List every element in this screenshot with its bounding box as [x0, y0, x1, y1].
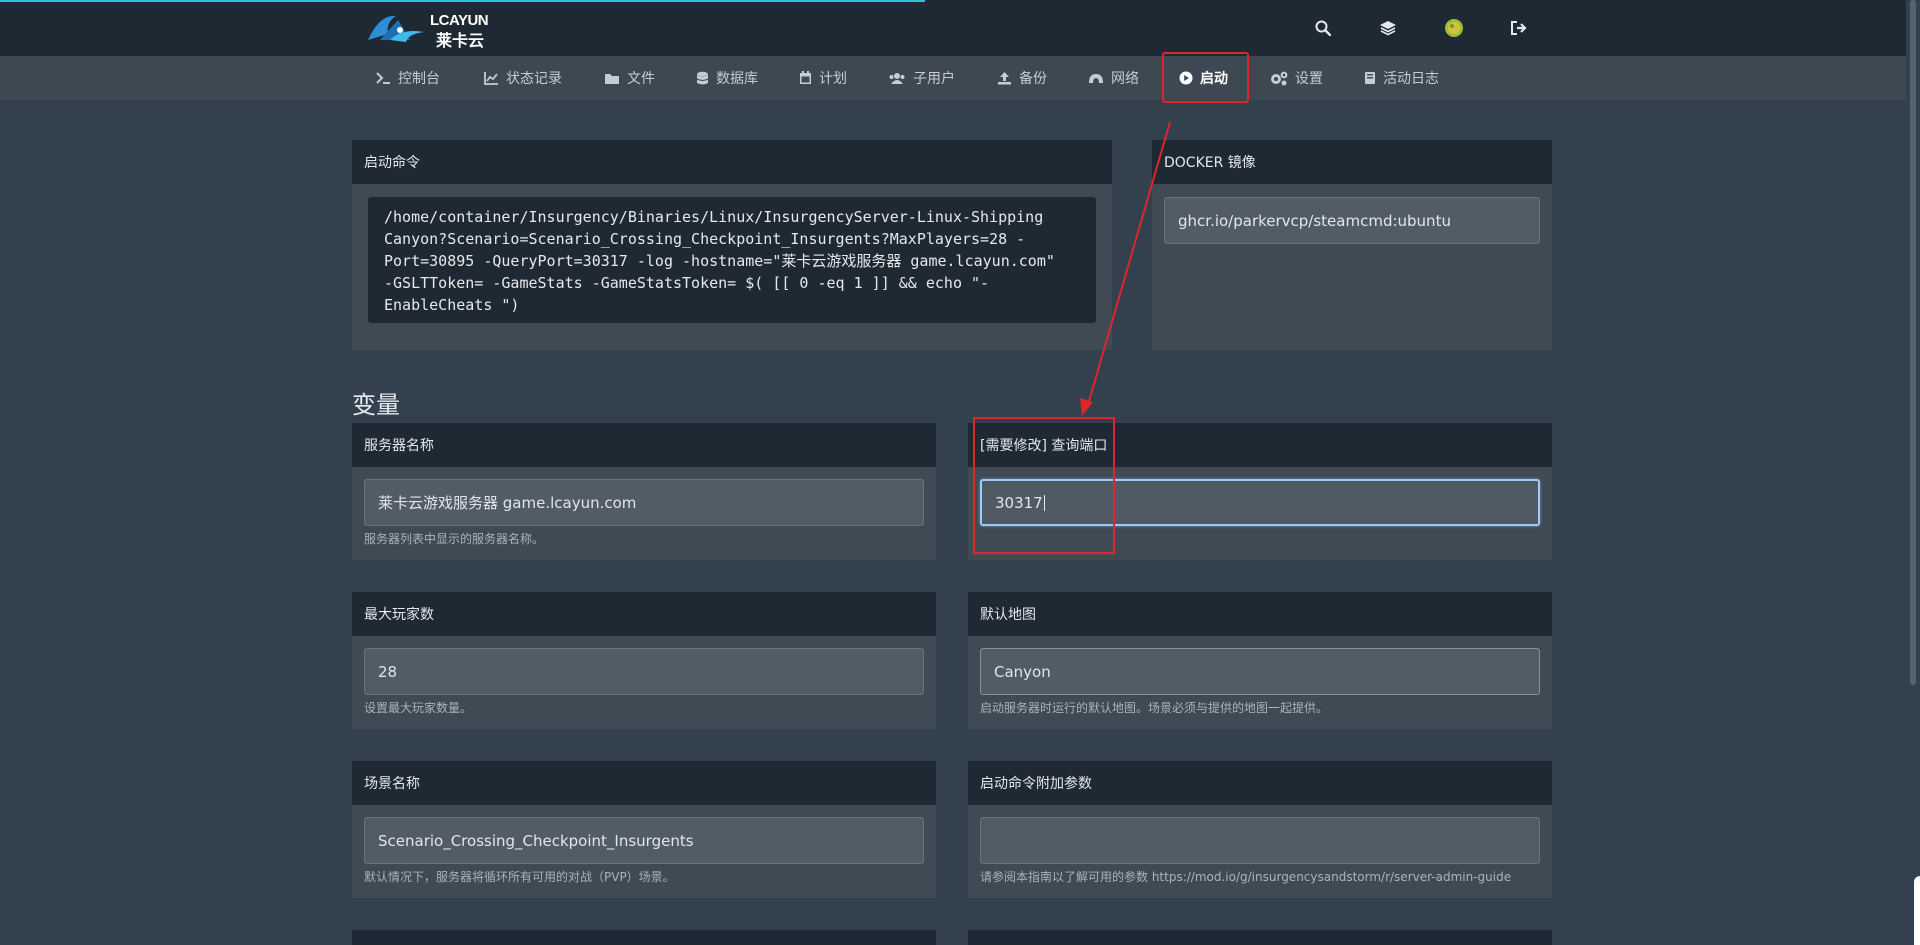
logo-mark-icon	[368, 15, 424, 42]
tab-files[interactable]: 文件	[604, 56, 655, 100]
book-icon	[1365, 72, 1375, 84]
panel-title: 场景名称	[352, 761, 936, 805]
gears-icon	[1271, 71, 1288, 85]
help-text: 设置最大玩家数量。	[364, 701, 473, 715]
extra-args-panel: 启动命令附加参数 请参阅本指南以了解可用的参数 https://mod.io/g…	[968, 761, 1552, 898]
page-scrollbar[interactable]	[1906, 0, 1920, 945]
tab-settings[interactable]: 设置	[1270, 56, 1323, 100]
tab-label: 网络	[1111, 71, 1139, 87]
tab-label: 状态记录	[506, 71, 562, 87]
tab-label: 计划	[819, 71, 847, 87]
query-port-input[interactable]: 30317	[980, 479, 1540, 526]
tab-subusers[interactable]: 子用户	[888, 56, 955, 100]
docker-image-field: ghcr.io/parkervcp/steamcmd:ubuntu	[1164, 197, 1540, 244]
tab-network[interactable]: 网络	[1088, 56, 1139, 100]
scenario-panel: 场景名称 Scenario_Crossing_Checkpoint_Insurg…	[352, 761, 936, 898]
search-icon[interactable]	[1310, 15, 1336, 41]
layers-icon[interactable]	[1375, 15, 1401, 41]
tab-label: 文件	[627, 71, 655, 87]
help-text: 启动服务器时运行的默认地图。场景必须与提供的地图一起提供。	[980, 701, 1329, 715]
tab-startup[interactable]: 启动	[1179, 56, 1228, 100]
help-text: 服务器列表中显示的服务器名称。	[364, 532, 545, 546]
panel-title: 默认地图	[968, 592, 1552, 636]
tab-label: 备份	[1019, 71, 1047, 87]
panel-title: 启动命令	[352, 140, 1112, 184]
brand-name-cn: 莱卡云	[436, 31, 485, 50]
server-name-panel: 服务器名称 莱卡云游戏服务器 game.lcayun.com 服务器列表中显示的…	[352, 423, 936, 560]
tab-label: 活动日志	[1383, 71, 1439, 87]
scenario-input[interactable]: Scenario_Crossing_Checkpoint_Insurgents	[364, 817, 924, 864]
tab-databases[interactable]: 数据库	[696, 56, 758, 100]
users-icon	[889, 72, 905, 84]
tab-label: 启动	[1200, 71, 1228, 87]
next-variable-panel-right	[968, 930, 1552, 945]
network-icon	[1089, 74, 1103, 83]
upload-icon	[998, 72, 1011, 85]
help-text: 默认情况下，服务器将循环所有可用的对战（PVP）场景。	[364, 870, 675, 884]
calendar-icon	[800, 71, 811, 84]
database-icon	[696, 71, 709, 84]
tab-console[interactable]: 控制台	[375, 56, 440, 100]
text-caret	[1043, 494, 1045, 511]
default-map-panel: 默认地图 Canyon 启动服务器时运行的默认地图。场景必须与提供的地图一起提供…	[968, 592, 1552, 729]
query-port-value: 30317	[995, 493, 1043, 512]
panel-title: DOCKER 镜像	[1152, 140, 1552, 184]
logout-icon[interactable]	[1506, 15, 1532, 41]
tab-backups[interactable]: 备份	[997, 56, 1047, 100]
help-text: 请参阅本指南以了解可用的参数 https://mod.io/g/insurgen…	[980, 870, 1512, 884]
tab-label: 设置	[1295, 71, 1323, 87]
chart-icon	[484, 72, 498, 85]
max-players-panel: 最大玩家数 28 设置最大玩家数量。	[352, 592, 936, 729]
tab-activity-log[interactable]: 活动日志	[1364, 56, 1439, 100]
panel-title: 服务器名称	[352, 423, 936, 467]
panel-title: 启动命令附加参数	[968, 761, 1552, 805]
next-variable-panel-left	[352, 930, 936, 945]
default-map-input[interactable]: Canyon	[980, 648, 1540, 695]
tab-label: 子用户	[913, 71, 955, 87]
tab-label: 控制台	[398, 71, 440, 87]
tab-stats[interactable]: 状态记录	[484, 56, 562, 100]
avatar[interactable]	[1441, 15, 1467, 41]
startup-command-text: /home/container/Insurgency/Binaries/Linu…	[368, 197, 1096, 323]
terminal-icon	[376, 72, 390, 84]
tab-schedules[interactable]: 计划	[799, 56, 847, 100]
variables-heading: 变量	[352, 391, 400, 419]
side-widget-tab[interactable]	[1914, 876, 1920, 945]
brand-logo[interactable]: LCAYUN 莱卡云	[366, 10, 506, 50]
panel-title: [需要修改] 查询端口	[968, 423, 1552, 467]
extra-args-input[interactable]	[980, 817, 1540, 864]
play-circle-icon	[1179, 71, 1193, 85]
server-nav: 控制台 状态记录 文件 数据库 计划 子用户 备份 网络 启动 设置 活动日志	[0, 56, 1920, 100]
max-players-input[interactable]: 28	[364, 648, 924, 695]
panel-title: 最大玩家数	[352, 592, 936, 636]
server-name-input[interactable]: 莱卡云游戏服务器 game.lcayun.com	[364, 479, 924, 526]
tab-label: 数据库	[716, 71, 758, 87]
loading-progress-bar	[0, 0, 925, 2]
top-header: LCAYUN 莱卡云	[0, 0, 1920, 56]
scrollbar-thumb[interactable]	[1910, 0, 1916, 685]
docker-image-panel: DOCKER 镜像 ghcr.io/parkervcp/steamcmd:ubu…	[1152, 140, 1552, 350]
folder-icon	[605, 73, 619, 84]
startup-command-panel: 启动命令 /home/container/Insurgency/Binaries…	[352, 140, 1112, 350]
query-port-panel: [需要修改] 查询端口 30317	[968, 423, 1552, 560]
